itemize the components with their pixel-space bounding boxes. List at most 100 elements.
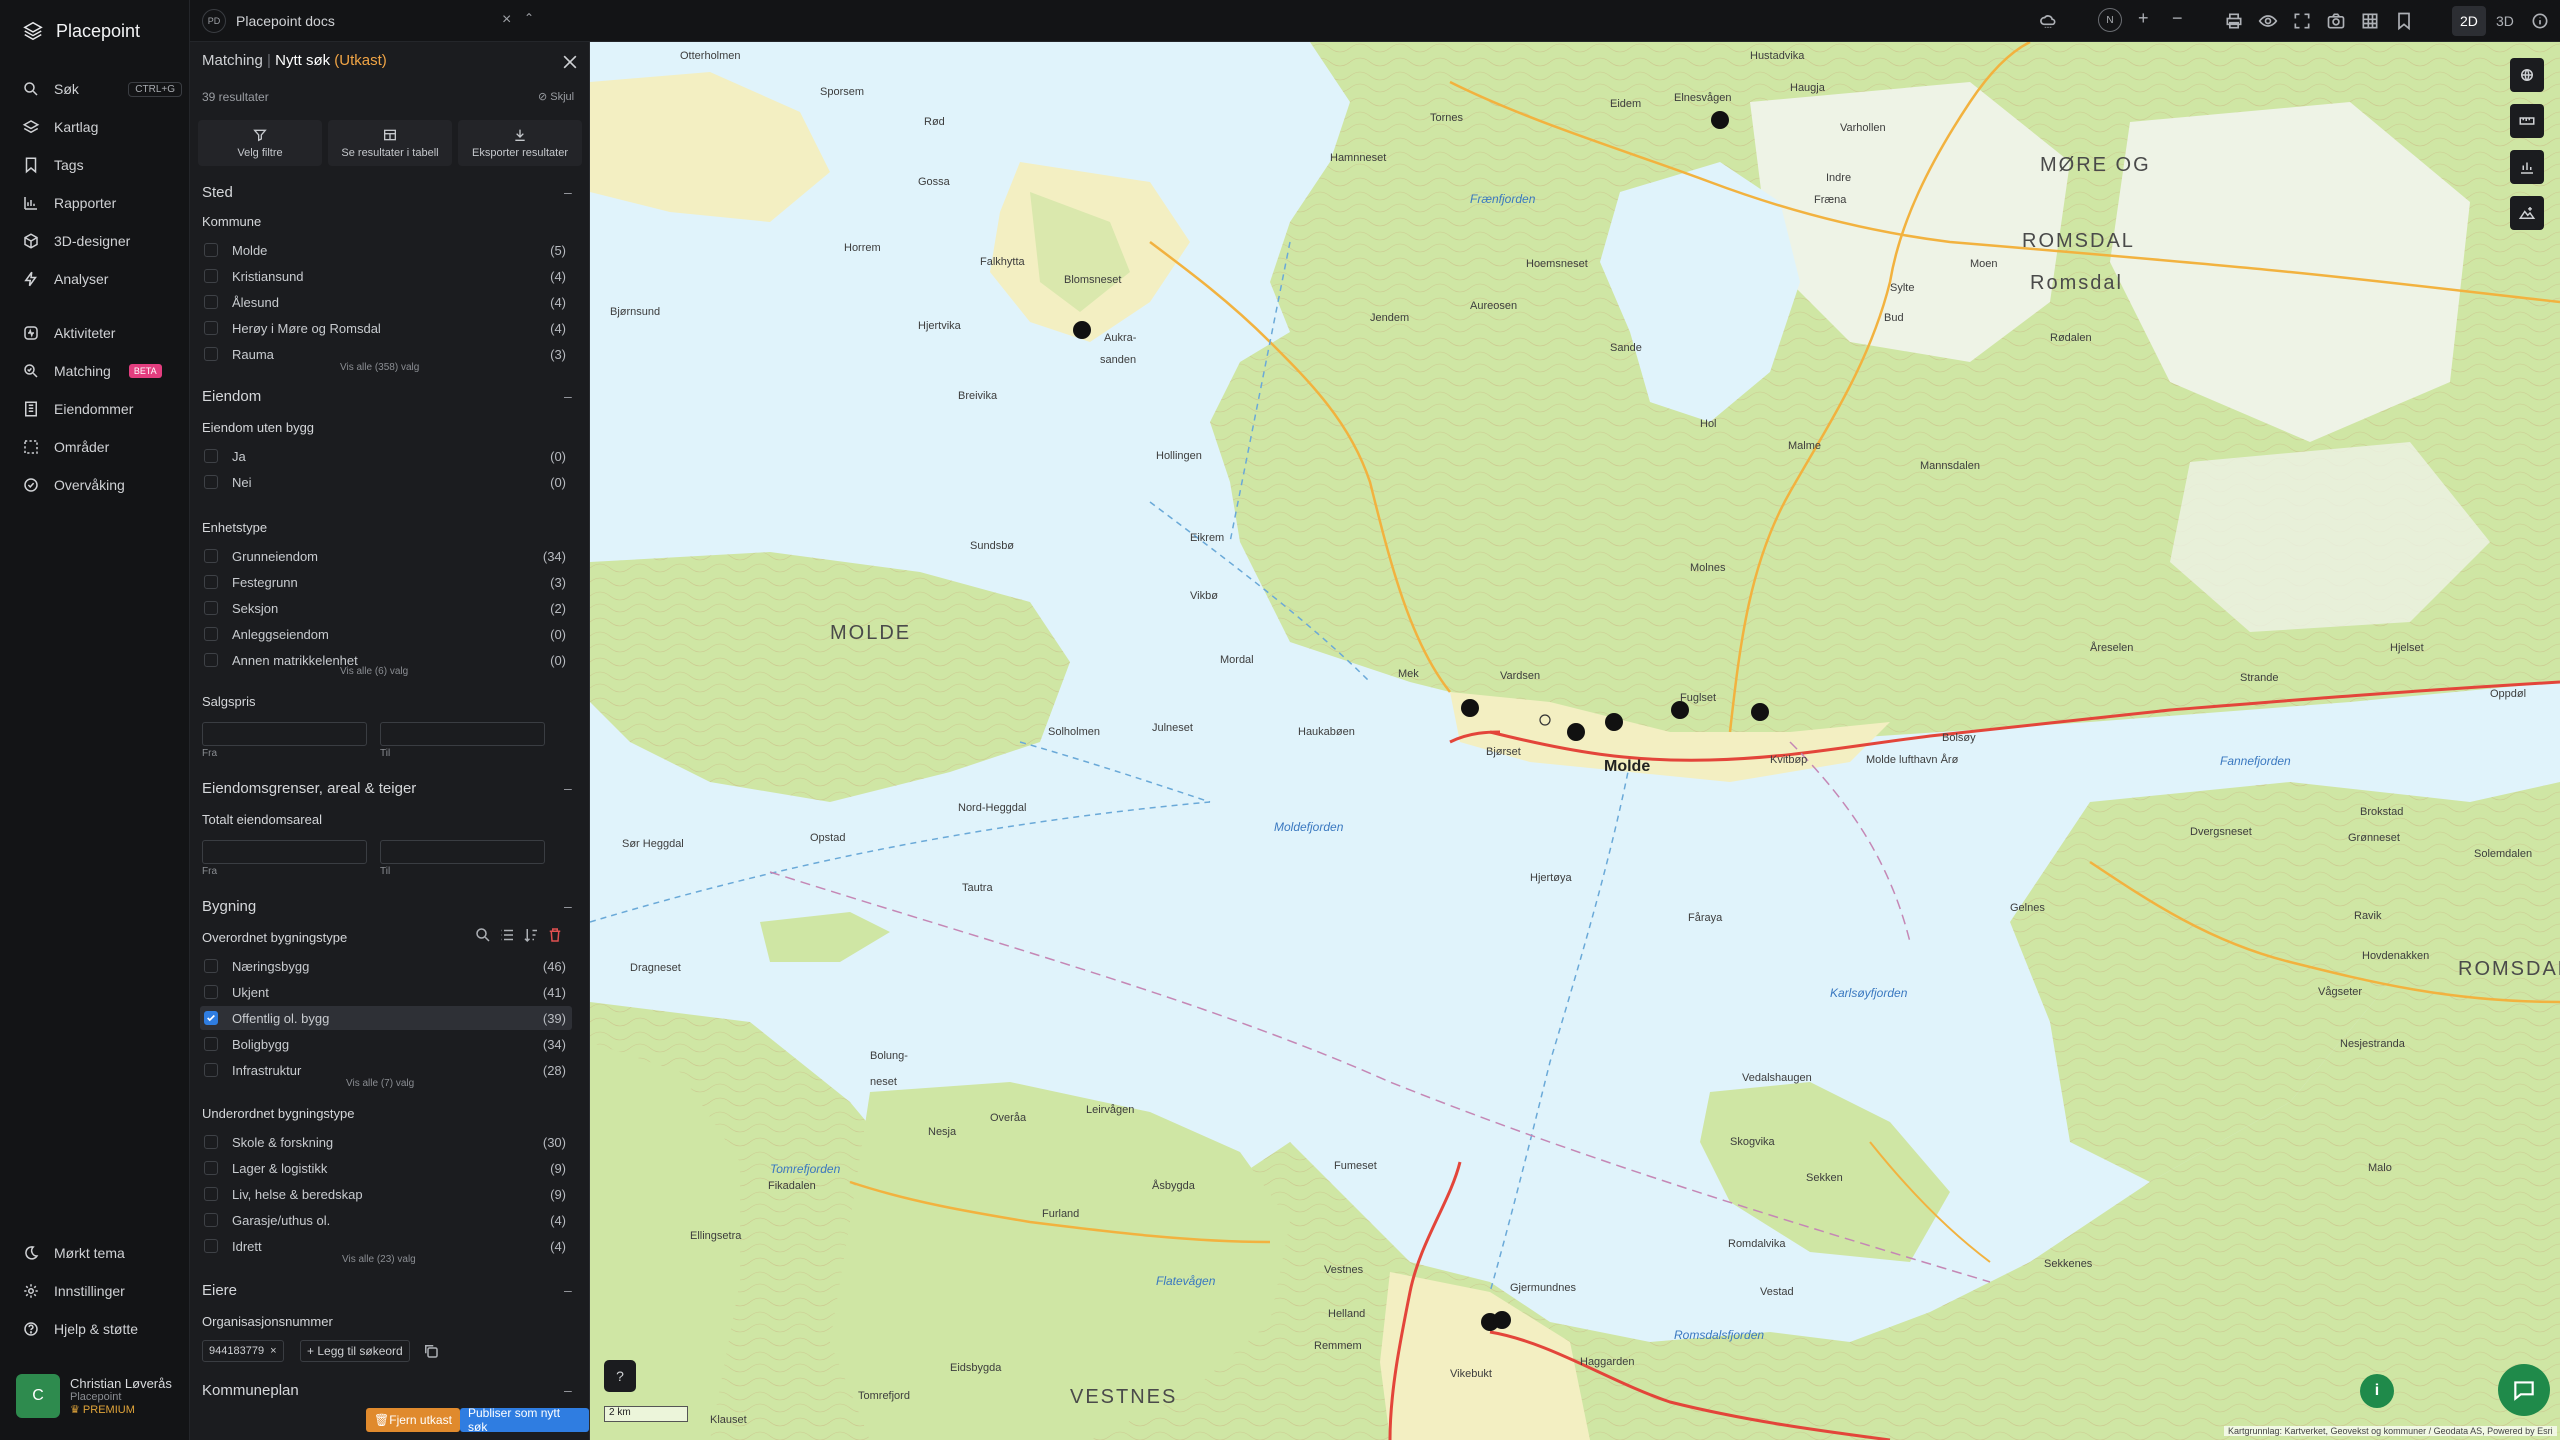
enhetstype-option[interactable]: Seksjon (2) [200,596,572,620]
uten-bygg-option[interactable]: Nei (0) [200,470,572,494]
collapse-toggle[interactable]: – [564,1382,572,1398]
map-canvas[interactable]: Otterholmen Sporsem Rød Gossa Hustadvika… [590,42,2560,1440]
section-kommuneplan[interactable]: Kommuneplan [202,1382,299,1399]
section-sted[interactable]: Sted [202,184,233,201]
copy-icon[interactable] [422,1342,440,1360]
nav-item-rapporter[interactable]: Rapporter [22,188,182,218]
checkbox[interactable] [204,1187,218,1201]
camera-icon[interactable] [2326,11,2346,31]
map-tool-basemap[interactable] [2510,58,2544,92]
search-icon[interactable] [474,926,492,944]
areal-to-input[interactable] [380,840,545,864]
checkbox[interactable] [204,1239,218,1253]
choose-filters-button[interactable]: Velg filtre [198,120,322,166]
collapse-toggle[interactable]: – [564,780,572,796]
zoom-out-button[interactable]: − [2172,8,2183,29]
section-eiere[interactable]: Eiere [202,1282,237,1299]
nav-item-dark-theme[interactable]: Mørkt tema [22,1238,182,1268]
underordnet-option[interactable]: Liv, helse & beredskap (9) [200,1182,572,1206]
nav-item-tags[interactable]: Tags [22,150,182,180]
section-eiendom[interactable]: Eiendom [202,388,261,405]
show-all-link[interactable]: Vis alle (358) valg [340,362,419,373]
collapse-toggle[interactable]: – [564,898,572,914]
kommune-option[interactable]: Molde (5) [200,238,572,262]
nav-item-matching[interactable]: Matching BETA [22,356,182,386]
export-results-button[interactable]: Eksporter resultater [458,120,582,166]
checkbox[interactable] [204,653,218,667]
close-icon[interactable]: × [502,11,511,29]
checkbox[interactable] [204,475,218,489]
salgspris-from-input[interactable] [202,722,367,746]
publish-search-button[interactable]: Publiser som nytt søk [460,1406,589,1434]
user-profile[interactable]: C Christian Løverås Placepoint ♛ PREMIUM [16,1370,182,1422]
enhetstype-option[interactable]: Anleggseiendom (0) [200,622,572,646]
salgspris-to-input[interactable] [380,722,545,746]
collapse-toggle[interactable]: – [564,388,572,404]
enhetstype-option[interactable]: Festegrunn (3) [200,570,572,594]
checkbox-checked[interactable] [204,1011,218,1025]
mode-2d-button[interactable]: 2D [2452,6,2486,36]
grid-icon[interactable] [2360,11,2380,31]
print-icon[interactable] [2224,11,2244,31]
zoom-in-button[interactable]: + [2138,8,2149,29]
eye-icon[interactable] [2258,11,2278,31]
collapse-toggle[interactable]: – [564,1282,572,1298]
nav-item-sok[interactable]: Søk CTRL+G [22,74,182,104]
show-all-link[interactable]: Vis alle (6) valg [340,666,408,677]
nav-item-overvaking[interactable]: Overvåking [22,470,182,500]
nav-item-help[interactable]: Hjelp & støtte [22,1314,182,1344]
map-tool-elevation[interactable] [2510,196,2544,230]
list-icon[interactable] [498,926,516,944]
nav-item-eiendommer[interactable]: Eiendommer [22,394,182,424]
checkbox[interactable] [204,627,218,641]
checkbox[interactable] [204,321,218,335]
nav-item-aktiviteter[interactable]: Aktiviteter [22,318,182,348]
fullscreen-icon[interactable] [2292,11,2312,31]
checkbox[interactable] [204,243,218,257]
map-tool-statistics[interactable] [2510,150,2544,184]
bygningstype-option[interactable]: Boligbygg (34) [200,1032,572,1056]
kommune-option[interactable]: Ålesund (4) [200,290,572,314]
checkbox[interactable] [204,959,218,973]
uten-bygg-option[interactable]: Ja (0) [200,444,572,468]
kommune-option[interactable]: Herøy i Møre og Romsdal (4) [200,316,572,340]
info-icon[interactable] [2530,11,2550,31]
remove-chip-icon[interactable]: × [270,1345,276,1357]
checkbox[interactable] [204,575,218,589]
document-selector[interactable]: PD Placepoint docs × ⌃ [202,7,534,35]
map-help-button[interactable]: ? [604,1360,636,1392]
collapse-toggle[interactable]: – [564,184,572,200]
nav-item-omrader[interactable]: Områder [22,432,182,462]
show-all-link[interactable]: Vis alle (23) valg [342,1254,416,1265]
mode-3d-button[interactable]: 3D [2488,6,2522,36]
checkbox[interactable] [204,449,218,463]
checkbox[interactable] [204,1063,218,1077]
underordnet-option[interactable]: Lager & logistikk (9) [200,1156,572,1180]
chat-button[interactable] [2498,1364,2550,1416]
checkbox[interactable] [204,1135,218,1149]
checkbox[interactable] [204,1037,218,1051]
bygningstype-option-selected[interactable]: Offentlig ol. bygg (39) [200,1006,572,1030]
chevron-updown-icon[interactable]: ⌃ [524,11,534,25]
checkbox[interactable] [204,1161,218,1175]
show-all-link[interactable]: Vis alle (7) valg [346,1078,414,1089]
brand[interactable]: Placepoint [22,20,140,42]
map-tool-measure[interactable] [2510,104,2544,138]
checkbox[interactable] [204,295,218,309]
underordnet-option[interactable]: Garasje/uthus ol. (4) [200,1208,572,1232]
bygningstype-option[interactable]: Næringsbygg (46) [200,954,572,978]
checkbox[interactable] [204,549,218,563]
org-number-chip[interactable]: 944183779 × [202,1340,284,1362]
sort-icon[interactable] [522,926,540,944]
close-icon[interactable] [560,52,580,72]
trash-icon[interactable] [546,926,564,944]
section-bygning[interactable]: Bygning [202,898,256,915]
bookmark-icon[interactable] [2394,11,2414,31]
checkbox[interactable] [204,1213,218,1227]
underordnet-option[interactable]: Skole & forskning (30) [200,1130,572,1154]
bygningstype-option[interactable]: Ukjent (41) [200,980,572,1004]
kommune-option[interactable]: Kristiansund (4) [200,264,572,288]
weather-icon[interactable] [2038,11,2058,31]
info-button[interactable]: i [2360,1374,2394,1408]
view-table-button[interactable]: Se resultater i tabell [328,120,452,166]
